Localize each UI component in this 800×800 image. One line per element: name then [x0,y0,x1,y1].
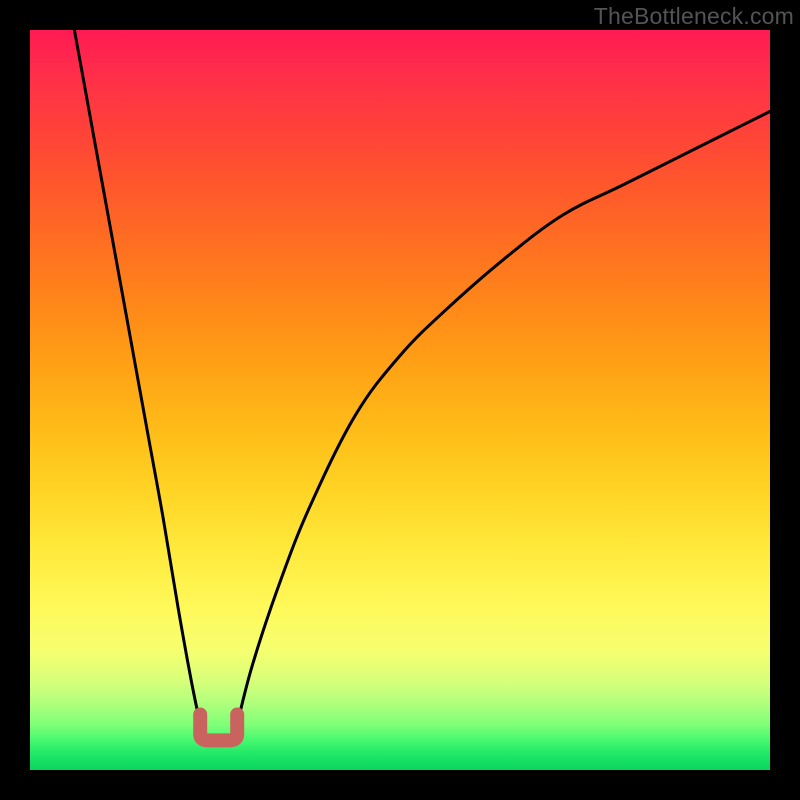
chart-frame: TheBottleneck.com [0,0,800,800]
curve-right-branch [234,111,771,740]
bottleneck-marker [200,715,237,741]
curve-left-branch [74,30,204,740]
watermark-text: TheBottleneck.com [594,3,794,30]
plot-area [30,30,770,770]
chart-svg [30,30,770,770]
